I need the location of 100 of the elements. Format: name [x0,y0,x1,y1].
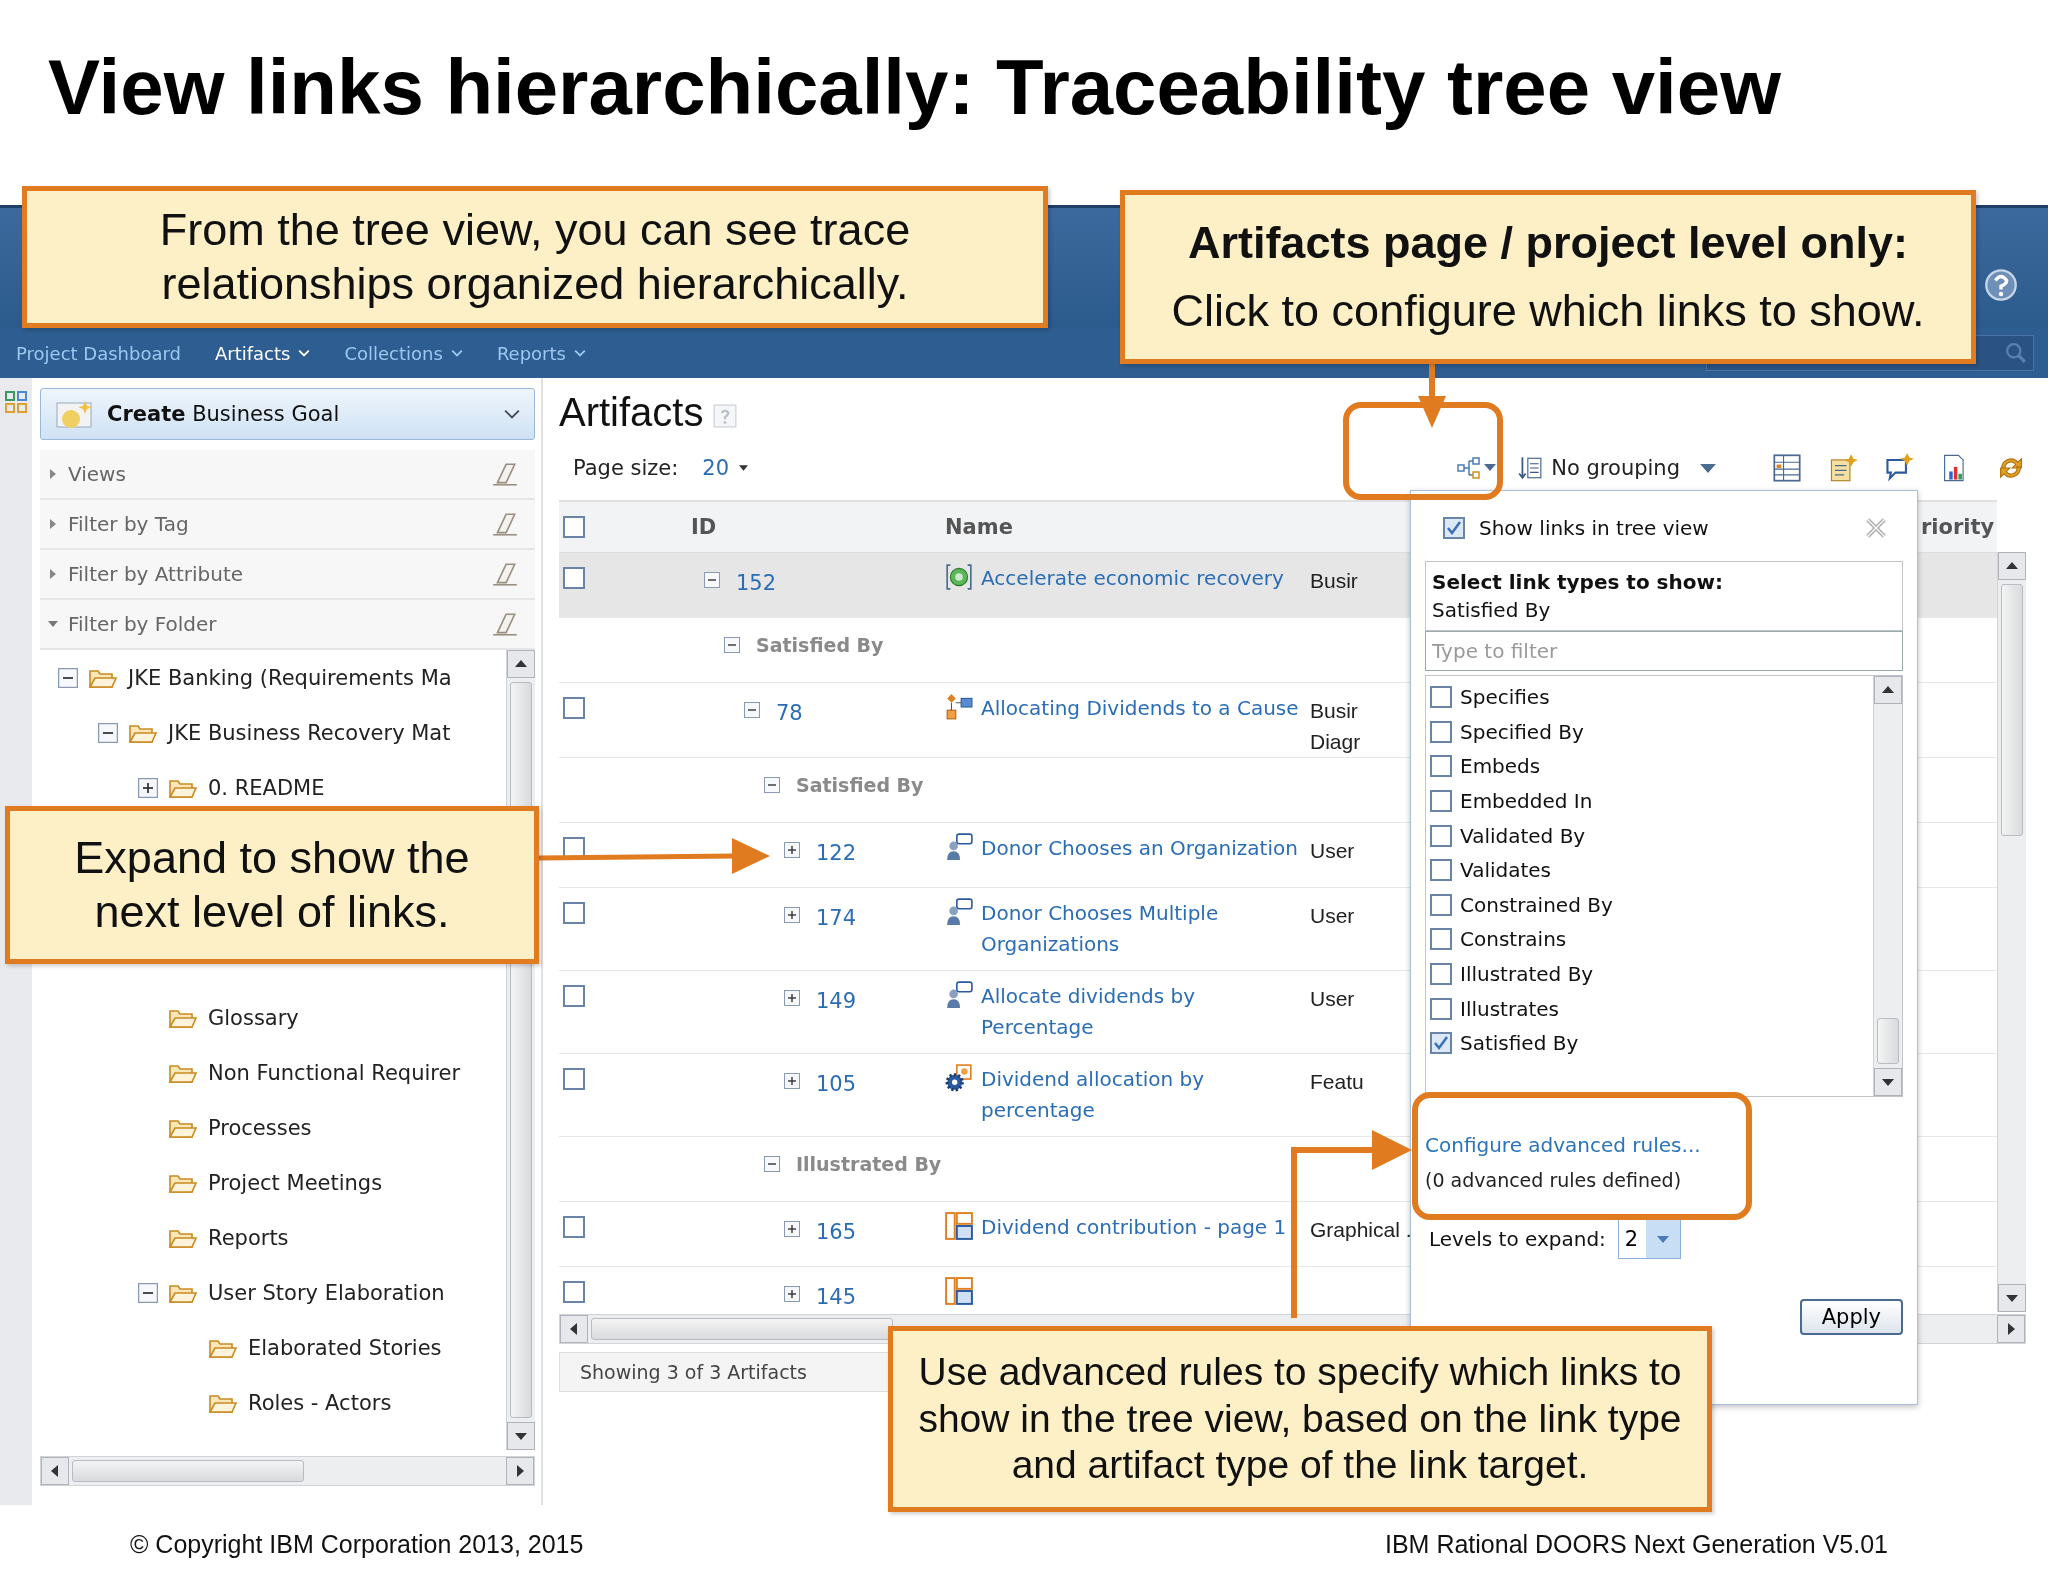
scroll-down-button[interactable] [1998,1284,2026,1312]
eraser-icon[interactable] [491,511,519,537]
grouping-dropdown[interactable]: No grouping [1517,455,1716,481]
expand-toggle[interactable] [784,1286,800,1302]
expand-toggle[interactable] [784,1221,800,1237]
artifact-link[interactable]: Dividend allocation by percentage [981,1064,1304,1126]
scrollbar-thumb[interactable] [2001,584,2023,836]
expand-toggle[interactable] [784,907,800,923]
folder-label[interactable]: User Story Elaboration [208,1280,445,1305]
checkbox[interactable] [1443,517,1465,539]
folder-label[interactable]: Glossary [208,1005,299,1030]
row-checkbox[interactable] [563,1068,585,1090]
collapse-toggle[interactable] [764,1156,780,1172]
column-header[interactable]: ID [691,515,717,539]
scroll-down-button[interactable] [507,1422,535,1450]
checkbox[interactable] [1430,963,1452,986]
eraser-icon[interactable] [491,561,519,587]
checkbox[interactable] [1430,928,1452,951]
folder-label[interactable]: Roles - Actors [248,1390,392,1415]
artifact-link[interactable]: Dividend contribution - page 1 [981,1212,1287,1243]
expand-toggle[interactable] [138,777,158,798]
folder-label[interactable]: Project Meetings [208,1170,383,1195]
scroll-up-button[interactable] [507,650,535,678]
comment-icon[interactable] [1884,453,1914,483]
link-type-option[interactable]: Embedded In [1460,789,1593,814]
artifact-id[interactable]: 105 [816,1072,857,1096]
artifact-id[interactable]: 152 [736,571,777,595]
row-checkbox[interactable] [563,567,585,589]
checkbox[interactable] [1430,1032,1452,1055]
link-type-option[interactable]: Constrains [1460,927,1567,952]
scrollbar-thumb[interactable] [591,1318,893,1340]
collapse-toggle[interactable] [764,777,780,793]
artifact-link[interactable]: Donor Chooses Multiple Organizations [981,898,1304,960]
scroll-up-button[interactable] [1998,552,2026,580]
column-header[interactable]: Name [945,515,1013,539]
artifact-id[interactable]: 122 [816,841,857,865]
folder-label[interactable]: Non Functional Requirer [208,1060,460,1085]
filter-section[interactable]: Views [40,450,535,500]
close-icon[interactable] [1865,517,1887,539]
table-icon[interactable] [1772,453,1802,483]
link-type-option[interactable]: Specified By [1460,719,1584,744]
artifact-id[interactable]: 165 [816,1220,857,1244]
scroll-up-button[interactable] [1874,676,1902,704]
select-all-checkbox[interactable] [563,516,585,538]
checkbox[interactable] [1430,997,1452,1020]
page-size-dropdown[interactable]: 20 [702,456,749,480]
collapse-toggle[interactable] [724,637,740,653]
link-type-option[interactable]: Specifies [1460,685,1550,710]
artifact-id[interactable]: 78 [776,701,803,725]
nav-item[interactable]: Artifacts [204,338,321,368]
filter-field[interactable]: Type to filter [1425,631,1903,671]
row-checkbox[interactable] [563,902,585,924]
scrollbar-thumb[interactable] [72,1460,304,1482]
folder-label[interactable]: Elaborated Stories [248,1335,442,1360]
link-type-option[interactable]: Validated By [1460,823,1586,848]
artifact-link[interactable]: Allocating Dividends to a Cause [981,693,1299,724]
collapse-toggle[interactable] [744,702,760,718]
eraser-icon[interactable] [491,611,519,637]
artifact-link[interactable]: Allocate dividends by Percentage [981,981,1304,1043]
expanded-triangle-icon[interactable] [48,619,58,629]
levels-dropdown[interactable]: 2 [1617,1219,1682,1259]
link-type-option[interactable]: Illustrates [1460,996,1559,1021]
document-star-icon[interactable] [1828,453,1858,483]
folder-label[interactable]: 0. README [208,775,325,800]
collapsed-triangle-icon[interactable] [48,569,58,579]
row-checkbox[interactable] [563,1281,585,1303]
vertical-scrollbar[interactable] [1873,676,1902,1096]
checkbox[interactable] [1430,686,1452,709]
link-type-option[interactable]: Validates [1460,858,1551,883]
artifact-id[interactable]: 149 [816,989,857,1013]
folder-label[interactable]: Reports [208,1225,289,1250]
scroll-left-button[interactable] [560,1315,588,1343]
link-type-option[interactable]: Satisfied By [1460,1031,1579,1056]
checkbox[interactable] [1430,859,1452,882]
apply-button[interactable]: Apply [1799,1299,1903,1335]
filter-section[interactable]: Filter by Attribute [40,550,535,600]
collapse-toggle[interactable] [138,1282,158,1303]
filter-section[interactable]: Filter by Folder [40,600,535,650]
row-checkbox[interactable] [563,985,585,1007]
scroll-down-button[interactable] [1874,1068,1902,1096]
column-header[interactable]: riority [1921,515,1995,539]
artifact-id[interactable]: 174 [816,906,857,930]
folder-label[interactable]: JKE Banking (Requirements Ma [128,665,452,690]
collapse-toggle[interactable] [704,572,720,588]
scroll-right-button[interactable] [506,1457,534,1485]
nav-item[interactable]: Project Dashboard [6,338,191,368]
filter-section[interactable]: Filter by Tag [40,500,535,550]
artifact-link[interactable]: Accelerate economic recovery [981,563,1284,594]
create-button[interactable]: Create Business Goal [40,388,535,440]
expand-toggle[interactable] [784,990,800,1006]
folder-label[interactable]: JKE Business Recovery Mat [168,720,451,745]
row-checkbox[interactable] [563,697,585,719]
scroll-left-button[interactable] [41,1457,69,1485]
checkbox[interactable] [1430,755,1452,778]
artifact-link[interactable]: Donor Chooses an Organization [981,833,1298,864]
horizontal-scrollbar[interactable] [40,1456,535,1486]
collapsed-triangle-icon[interactable] [48,519,58,529]
expand-toggle[interactable] [784,1073,800,1089]
collapse-toggle[interactable] [58,667,78,688]
collapse-toggle[interactable] [98,722,118,743]
